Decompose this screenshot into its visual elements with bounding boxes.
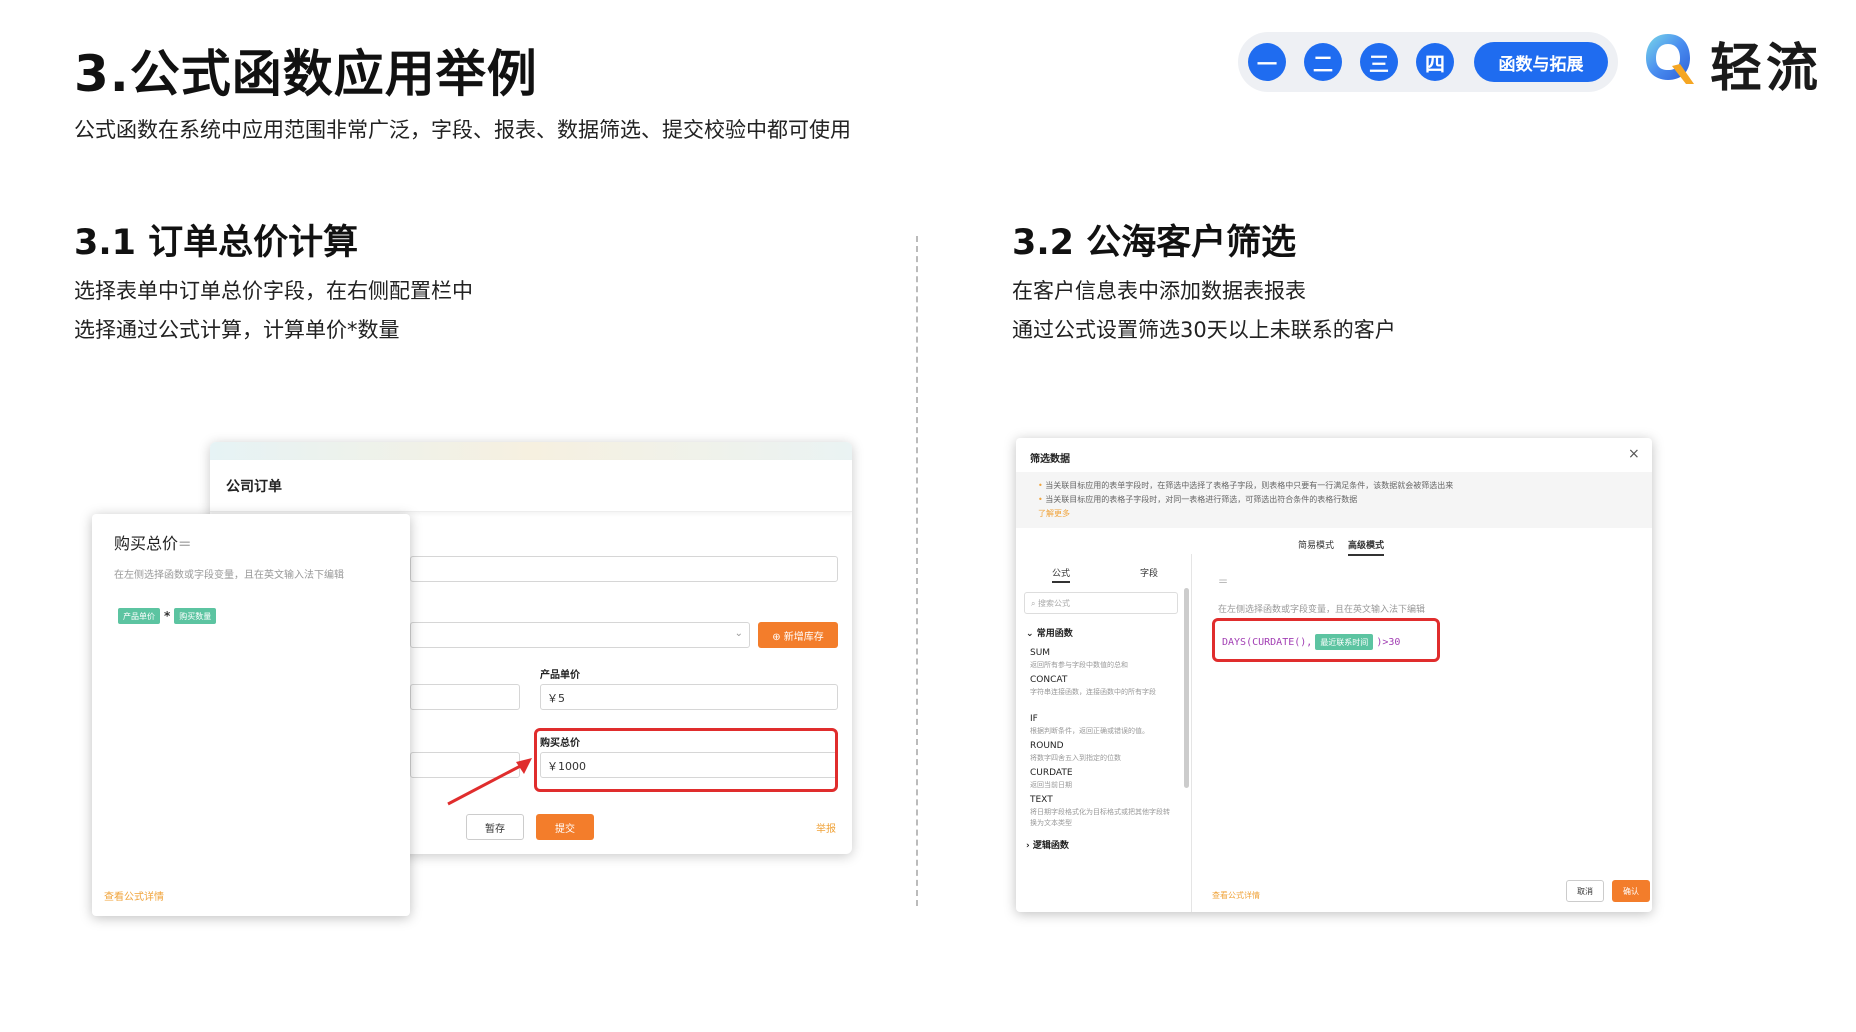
chevron-right-icon: › bbox=[1026, 841, 1030, 851]
function-if[interactable]: IF bbox=[1030, 714, 1038, 724]
section1-desc-line1: 选择表单中订单总价字段，在右侧配置栏中 bbox=[74, 279, 473, 303]
save-draft-button[interactable]: 暂存 bbox=[466, 814, 524, 840]
page-subtitle: 公式函数在系统中应用范围非常广泛，字段、报表、数据筛选、提交校验中都可使用 bbox=[74, 118, 851, 142]
section1-title: 3.1 订单总价计算 bbox=[74, 223, 359, 263]
function-text-desc: 将日期字段格式化为目标格式或把其他字段转换为文本类型 bbox=[1030, 808, 1170, 827]
filter-note-1-text: 当关联目标应用的表单字段时，在筛选中选择了表格子字段，则表格中只要有一行满足条件… bbox=[1045, 481, 1454, 490]
group-logic-functions[interactable]: › 逻辑函数 bbox=[1026, 838, 1069, 851]
section2-title: 3.2 公海客户筛选 bbox=[1012, 223, 1297, 263]
field-tag-quantity[interactable]: 购买数量 bbox=[174, 608, 217, 624]
function-concat[interactable]: CONCAT bbox=[1030, 675, 1067, 685]
formula-field-name: 购买总价 bbox=[114, 534, 179, 553]
field-tag-unit-price[interactable]: 产品单价 bbox=[118, 608, 160, 624]
report-link[interactable]: 举报 bbox=[816, 820, 836, 835]
chapter-nav-active[interactable]: 函数与拓展 bbox=[1474, 42, 1608, 82]
filter-note-2-text: 当关联目标应用的表格子字段时，对同一表格进行筛选，可筛选出符合条件的表格行数据 bbox=[1045, 495, 1358, 504]
function-round-desc: 将数字四舍五入到指定的位数 bbox=[1030, 754, 1121, 762]
filter-note-1: • 当关联目标应用的表单字段时，在筛选中选择了表格子字段，则表格中只要有一行满足… bbox=[1038, 481, 1454, 490]
search-placeholder: 搜索公式 bbox=[1038, 599, 1071, 608]
function-curdate-desc: 返回当前日期 bbox=[1030, 781, 1072, 789]
confirm-button[interactable]: 确认 bbox=[1612, 880, 1650, 902]
order-form-header bbox=[210, 460, 852, 512]
formula-equals: = bbox=[1218, 574, 1229, 588]
order-form-title: 公司订单 bbox=[226, 479, 282, 495]
section2-desc-line2: 通过公式设置筛选30天以上未联系的客户 bbox=[1012, 318, 1396, 342]
brand-name: 轻流 bbox=[1710, 39, 1823, 99]
function-concat-desc: 字符串连接函数，连接函数中的所有字段 bbox=[1030, 688, 1156, 696]
window-topbar bbox=[210, 442, 852, 460]
filter-dialog: 筛选数据 × • 当关联目标应用的表单字段时，在筛选中选择了表格子字段，则表格中… bbox=[1016, 438, 1652, 912]
qingflow-logo-icon bbox=[1646, 34, 1694, 84]
filter-dialog-title: 筛选数据 bbox=[1030, 454, 1070, 465]
function-text[interactable]: TEXT bbox=[1030, 795, 1053, 805]
field-tag-last-contact[interactable]: 最近联系时间 bbox=[1315, 634, 1374, 650]
search-icon: ⌕ bbox=[1031, 599, 1036, 608]
chapter-nav-item-4[interactable]: 四 bbox=[1416, 43, 1454, 81]
function-if-desc: 根据判断条件，返回正确或错误的值。 bbox=[1030, 727, 1149, 735]
quantity-input[interactable] bbox=[410, 684, 520, 710]
page-title: 3.公式函数应用举例 bbox=[74, 45, 538, 103]
section-divider bbox=[916, 236, 918, 906]
add-stock-button[interactable]: ⊕ 新增库存 bbox=[758, 622, 838, 648]
formula-hint: 在左侧选择函数或字段变量，且在英文输入法下编辑 bbox=[114, 570, 344, 581]
formula-search-input[interactable]: ⌕ 搜索公式 bbox=[1024, 592, 1178, 614]
order-field-input[interactable] bbox=[410, 556, 838, 582]
formula-detail-link[interactable]: 查看公式详情 bbox=[104, 888, 164, 903]
tab-field[interactable]: 字段 bbox=[1140, 566, 1158, 579]
formula-code-suffix: )>30 bbox=[1376, 636, 1401, 648]
group-common-label: 常用函数 bbox=[1036, 629, 1073, 639]
chapter-nav-item-3[interactable]: 三 bbox=[1360, 43, 1398, 81]
chevron-down-icon: ⌄ bbox=[1026, 629, 1034, 639]
formula-expression[interactable]: 产品单价 * 购买数量 bbox=[118, 608, 217, 624]
section2-desc-line1: 在客户信息表中添加数据表报表 bbox=[1012, 279, 1306, 303]
formula-editor-title: 购买总价= bbox=[114, 530, 191, 554]
formula-code-prefix: DAYS(CURDATE(), bbox=[1222, 636, 1313, 648]
formula-equals: = bbox=[178, 534, 192, 553]
function-sum-desc: 返回所有参与字段中数值的总和 bbox=[1030, 661, 1128, 669]
filter-note-2: • 当关联目标应用的表格子字段时，对同一表格进行筛选，可筛选出符合条件的表格行数… bbox=[1038, 495, 1358, 504]
product-select[interactable]: ⌄ bbox=[410, 622, 750, 648]
formula-hint: 在左侧选择函数或字段变量，且在英文输入法下编辑 bbox=[1218, 605, 1426, 615]
group-common-functions[interactable]: ⌄ 常用函数 bbox=[1026, 626, 1073, 639]
formula-editor-panel: 购买总价= 在左侧选择函数或字段变量，且在英文输入法下编辑 产品单价 * 购买数… bbox=[92, 514, 410, 916]
tab-simple-mode[interactable]: 简易模式 bbox=[1298, 538, 1334, 551]
chapter-nav-item-2[interactable]: 二 bbox=[1304, 43, 1342, 81]
unit-price-input[interactable]: ￥5 bbox=[540, 684, 838, 710]
group-logic-label: 逻辑函数 bbox=[1032, 841, 1069, 851]
unit-price-label: 产品单价 bbox=[540, 670, 580, 681]
chevron-down-icon: ⌄ bbox=[734, 628, 743, 639]
tab-formula[interactable]: 公式 bbox=[1052, 566, 1071, 583]
section1-desc-line2: 选择通过公式计算，计算单价*数量 bbox=[74, 318, 400, 342]
function-curdate[interactable]: CURDATE bbox=[1030, 768, 1073, 778]
formula-operator: * bbox=[164, 609, 171, 623]
function-sum[interactable]: SUM bbox=[1030, 648, 1050, 658]
close-icon[interactable]: × bbox=[1628, 446, 1640, 462]
learn-more-link[interactable]: 了解更多 bbox=[1038, 508, 1070, 519]
formula-expression[interactable]: DAYS(CURDATE(), 最近联系时间 )>30 bbox=[1222, 634, 1400, 650]
cancel-button[interactable]: 取消 bbox=[1566, 880, 1604, 902]
highlight-box bbox=[534, 728, 838, 792]
formula-detail-link[interactable]: 查看公式详情 bbox=[1212, 890, 1260, 901]
submit-button[interactable]: 提交 bbox=[536, 814, 594, 840]
function-round[interactable]: ROUND bbox=[1030, 741, 1064, 751]
pointer-arrow-icon bbox=[447, 758, 532, 806]
tab-advanced-mode[interactable]: 高级模式 bbox=[1348, 538, 1385, 556]
sidebar-scrollbar[interactable] bbox=[1184, 588, 1189, 788]
chapter-nav-item-1[interactable]: 一 bbox=[1248, 43, 1286, 81]
